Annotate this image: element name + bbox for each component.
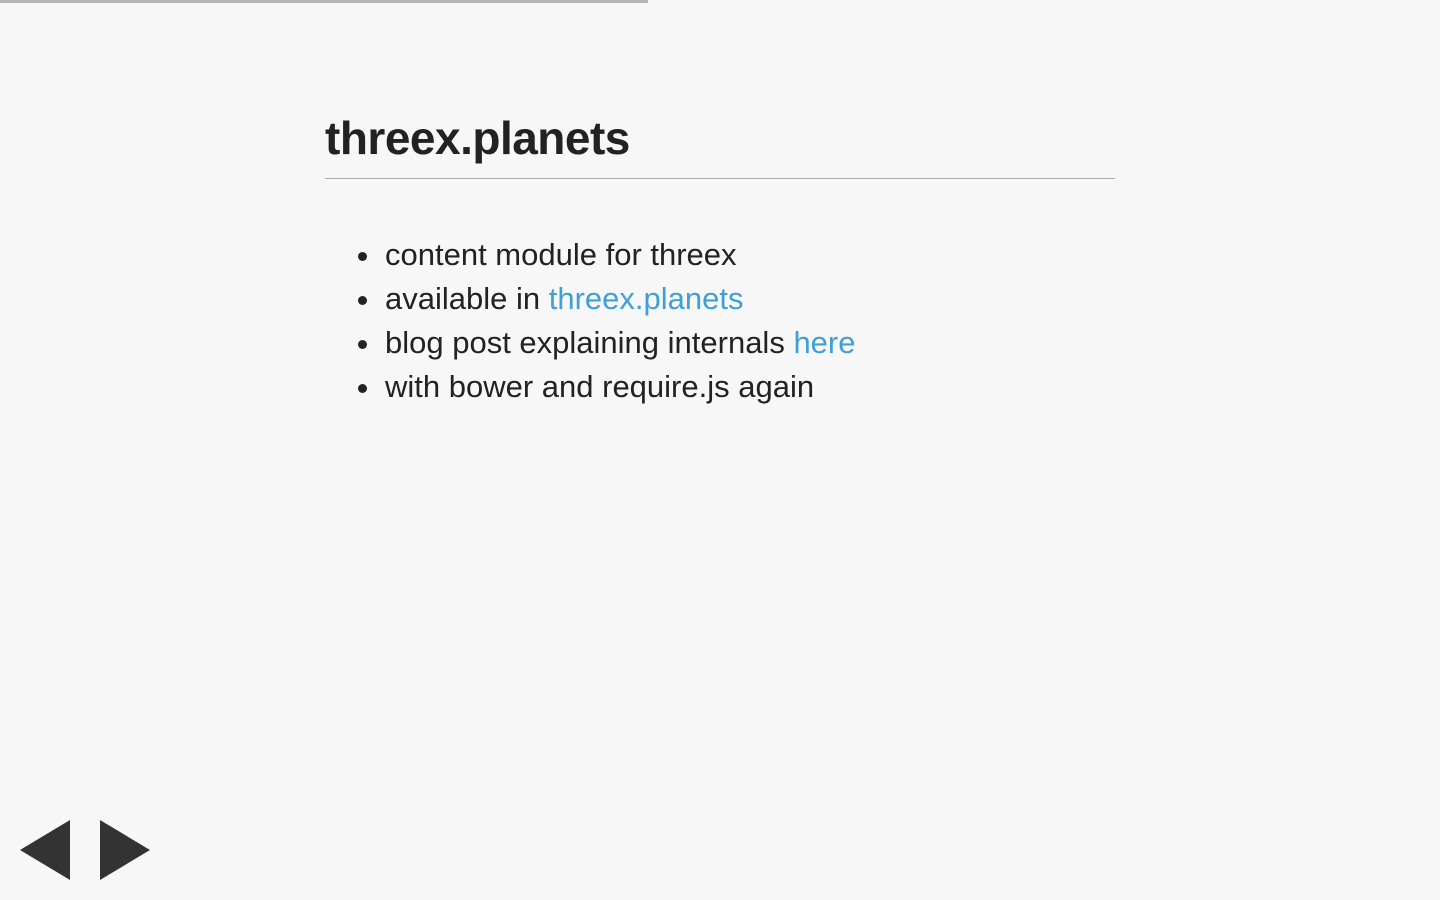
bullet-item: available in threex.planets (325, 277, 1115, 321)
bullet-dot-icon (358, 340, 367, 349)
triangle-right-icon (100, 820, 150, 880)
triangle-left-icon (20, 820, 70, 880)
slide-title: threex.planets (325, 110, 1115, 179)
progress-bar-fill (0, 0, 648, 3)
bullet-text: blog post explaining internals (385, 325, 794, 360)
bullet-dot-icon (358, 296, 367, 305)
slide-navigation (20, 820, 160, 880)
previous-slide-button[interactable] (20, 820, 70, 880)
bullet-item: with bower and require.js again (325, 365, 1115, 409)
bullet-item: content module for threex (325, 233, 1115, 277)
blog-post-link[interactable]: here (793, 325, 855, 360)
threex-planets-link[interactable]: threex.planets (549, 281, 744, 316)
bullet-text: with bower and require.js again (385, 369, 815, 404)
bullet-item: blog post explaining internals here (325, 321, 1115, 365)
slide: threex.planets content module for threex… (325, 110, 1115, 409)
bullet-text: content module for threex (385, 237, 737, 272)
progress-bar (0, 0, 1440, 3)
next-slide-button[interactable] (100, 820, 150, 880)
bullet-text: available in (385, 281, 549, 316)
bullet-dot-icon (358, 384, 367, 393)
bullet-list: content module for threex available in t… (325, 233, 1115, 409)
bullet-dot-icon (358, 252, 367, 261)
